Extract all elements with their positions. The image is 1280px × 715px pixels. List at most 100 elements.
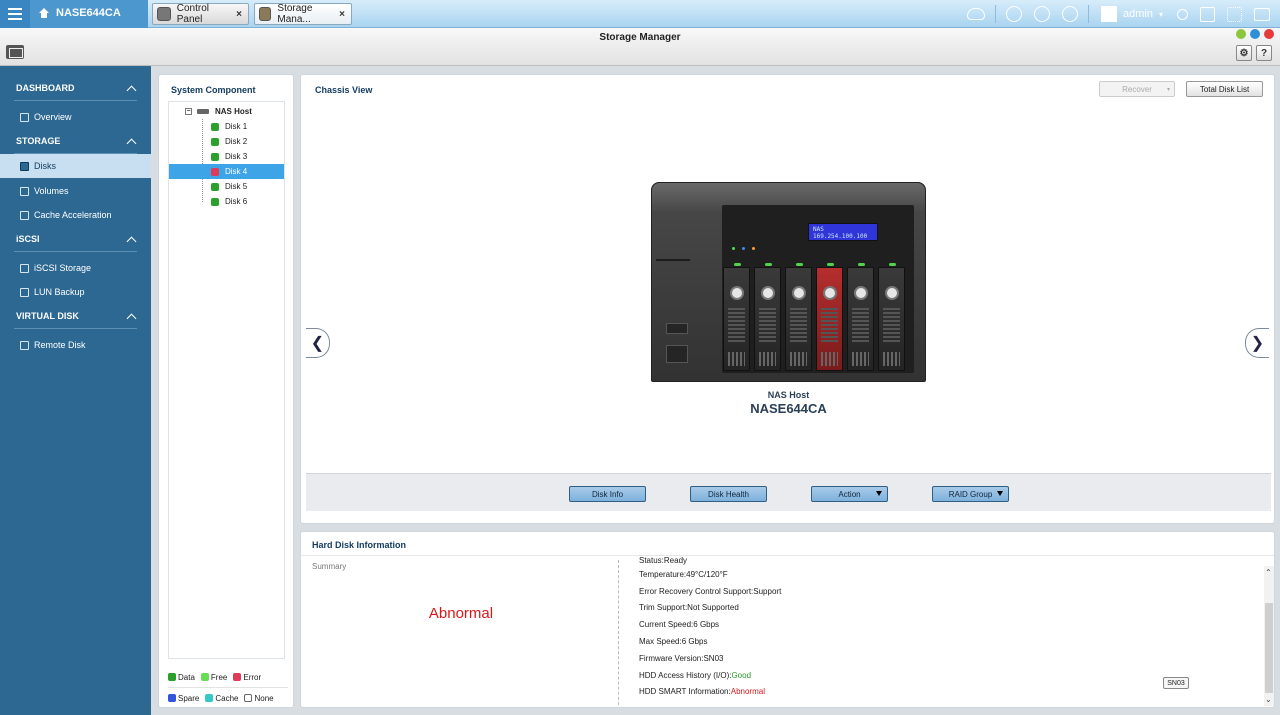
action-button[interactable]: Action: [811, 486, 888, 502]
drive-bay-6[interactable]: [878, 263, 905, 371]
sidebar-item-overview[interactable]: Overview: [0, 105, 151, 129]
drive-bay-5[interactable]: [847, 263, 874, 371]
nav-section-iscsi[interactable]: iSCSI: [0, 227, 151, 251]
next-chassis-button[interactable]: ❯: [1245, 328, 1269, 358]
nav-section-storage[interactable]: STORAGE: [0, 129, 151, 153]
monitor-icon[interactable]: [1254, 7, 1270, 21]
info-row-trim-support: Trim Support: Not Supported: [639, 600, 781, 617]
tree-item-disk-1[interactable]: Disk 1: [169, 119, 284, 134]
scrollbar[interactable]: ⌃ ⌄: [1264, 566, 1274, 706]
close-icon[interactable]: ×: [236, 9, 242, 20]
info-row-smart: HDD SMART Information: Abnormal: [639, 684, 781, 701]
recover-button[interactable]: Recover ▾: [1099, 81, 1175, 97]
nas-host-name: NASE644CA: [750, 401, 827, 416]
legend-item-none: None: [244, 693, 274, 703]
overview-icon: [20, 112, 29, 122]
info-label: Status:: [639, 556, 664, 565]
chevron-up-icon[interactable]: [126, 236, 137, 246]
maximize-icon[interactable]: [1250, 29, 1260, 39]
chevron-up-icon[interactable]: [126, 138, 137, 148]
info-value: Ready: [663, 556, 688, 565]
divider: [14, 328, 137, 329]
sidebar-item-disks[interactable]: Disks: [0, 154, 151, 178]
info-row-status: Status: Ready: [639, 556, 781, 566]
grid-icon[interactable]: [1227, 6, 1242, 22]
close-icon[interactable]: [1264, 29, 1274, 39]
disk-info-button[interactable]: Disk Info: [569, 486, 646, 502]
user-menu[interactable]: admin: [1123, 8, 1153, 20]
main-menu-button[interactable]: [0, 0, 30, 28]
sidebar-item-volumes[interactable]: Volumes: [0, 179, 151, 203]
taskbar: NASE644CA Control Panel × Storage Mana..…: [0, 0, 1280, 28]
drive-bay-3[interactable]: [785, 263, 812, 371]
chevron-up-icon[interactable]: [126, 313, 137, 323]
chevron-down-icon[interactable]: ▾: [1159, 10, 1163, 19]
close-icon[interactable]: ×: [339, 9, 345, 20]
avatar[interactable]: [1101, 6, 1118, 22]
tree-item-disk-4[interactable]: Disk 4: [169, 164, 284, 179]
disk-data-icon: [211, 137, 219, 146]
info-label: Current Speed:: [639, 620, 694, 630]
chevron-up-icon[interactable]: [126, 85, 137, 95]
sidebar-item-iscsi-storage[interactable]: iSCSI Storage: [0, 256, 151, 280]
component-tree: − NAS Host Disk 1 Disk 2 Disk 3 Disk 4 D…: [168, 101, 285, 659]
tab-label: Storage Mana...: [277, 3, 313, 25]
cache-icon: [20, 210, 29, 220]
info-label: HDD Access History (I/O):: [639, 670, 732, 680]
action-label: Action: [838, 489, 861, 499]
system-component-panel: System Component − NAS Host Disk 1 Disk …: [158, 74, 294, 708]
disk-none-icon: [244, 694, 253, 702]
tab-control-panel[interactable]: Control Panel ×: [152, 3, 249, 25]
info-label: Trim Support:: [639, 603, 688, 613]
scroll-thumb[interactable]: [1265, 603, 1273, 693]
tree-item-disk-2[interactable]: Disk 2: [169, 134, 284, 149]
raid-group-button[interactable]: RAID Group: [932, 486, 1009, 502]
download-icon[interactable]: [1006, 6, 1023, 22]
help-button[interactable]: ?: [1256, 45, 1272, 61]
tree-item-disk-5[interactable]: Disk 5: [169, 179, 284, 194]
info-value-abnormal[interactable]: Abnormal: [731, 687, 765, 696]
sidebar-item-lun-backup[interactable]: LUN Backup: [0, 280, 151, 304]
tree-item-label: Disk 1: [225, 122, 248, 131]
sidebar-item-remote-disk[interactable]: Remote Disk: [0, 333, 151, 357]
help-icon[interactable]: [1200, 6, 1215, 22]
previous-chassis-button[interactable]: ❮: [306, 328, 330, 358]
usb-port: [666, 345, 688, 363]
minimize-icon[interactable]: [1236, 29, 1246, 39]
cloud-icon[interactable]: [967, 8, 986, 20]
settings-gear-icon[interactable]: ⚙: [1236, 45, 1252, 61]
scroll-down-icon[interactable]: ⌄: [1265, 695, 1272, 704]
drive-bay-4[interactable]: [816, 263, 843, 371]
home-label-area: NASE644CA: [38, 7, 121, 19]
disk-health-button[interactable]: Disk Health: [690, 486, 767, 502]
nav-section-virtual-disk[interactable]: VIRTUAL DISK: [0, 304, 151, 328]
info-icon[interactable]: [1062, 6, 1079, 22]
tree-item-disk-6[interactable]: Disk 6: [169, 194, 284, 209]
tab-storage-manager[interactable]: Storage Mana... ×: [254, 3, 352, 25]
status-led: [742, 247, 745, 250]
tree-item-disk-3[interactable]: Disk 3: [169, 149, 284, 164]
sidebar-item-cache-acceleration[interactable]: Cache Acceleration: [0, 203, 151, 227]
sync-icon[interactable]: [1034, 6, 1051, 22]
nav-section-dashboard[interactable]: DASHBOARD: [0, 76, 151, 100]
total-disk-list-button[interactable]: Total Disk List: [1186, 81, 1263, 97]
tab-label: Control Panel: [176, 3, 210, 25]
legend-label: None: [254, 693, 274, 703]
disk-data-icon: [168, 673, 176, 681]
info-value-good: Good: [731, 670, 752, 680]
tree-item-label: Disk 6: [225, 197, 248, 206]
chevron-down-icon: ▾: [1166, 86, 1170, 93]
drive-bay-2[interactable]: [754, 263, 781, 371]
lcd-panel: NAS 169.254.100.100: [808, 223, 878, 241]
search-icon[interactable]: [1177, 8, 1188, 20]
scroll-up-icon[interactable]: ⌃: [1265, 568, 1272, 577]
iscsi-icon: [20, 263, 29, 273]
panel-toggle-icon[interactable]: [6, 45, 24, 59]
drive-bay-1[interactable]: [723, 263, 750, 371]
status-led: [732, 247, 735, 250]
tree-node-nas-host[interactable]: − NAS Host: [185, 104, 252, 118]
collapse-icon[interactable]: −: [185, 107, 192, 115]
legend-item-cache: Cache: [205, 694, 238, 703]
divider: [301, 555, 1274, 556]
separator: [995, 5, 997, 23]
